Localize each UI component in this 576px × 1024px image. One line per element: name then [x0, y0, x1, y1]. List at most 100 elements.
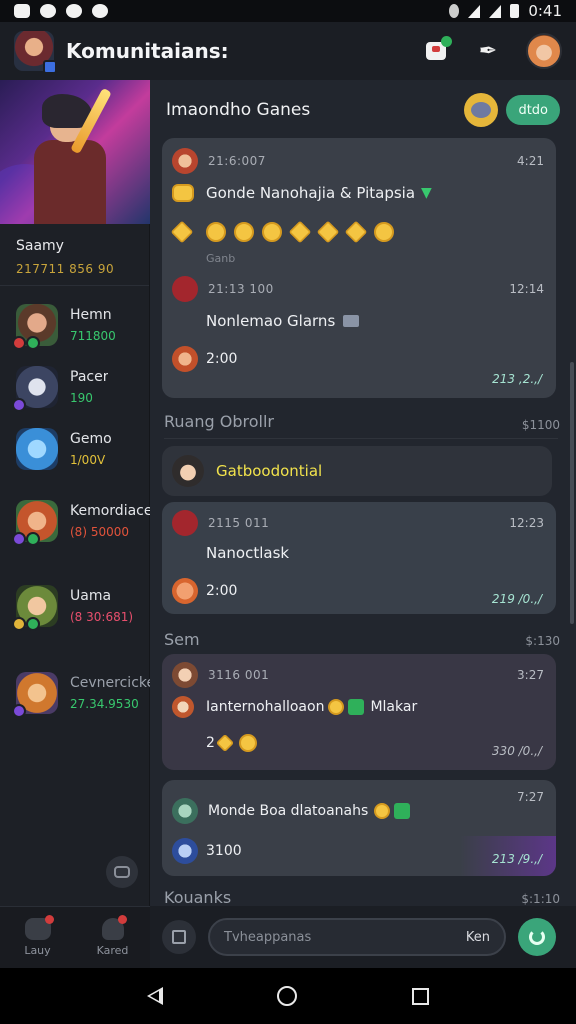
- laptop-icon: [343, 315, 360, 327]
- back-icon[interactable]: [147, 987, 164, 1005]
- friend-item[interactable]: Pacer 190: [12, 366, 150, 412]
- profile-name: Saamy: [16, 238, 64, 254]
- profile-banner[interactable]: [0, 80, 150, 224]
- message-title: Gonde Nanohajia & Pitapsia: [206, 184, 416, 202]
- compose-bar: Tvheappanas Ken: [150, 906, 576, 968]
- wifi-icon: [468, 4, 481, 18]
- reaction-row[interactable]: [170, 220, 394, 244]
- scrollbar[interactable]: [570, 362, 574, 624]
- home-icon[interactable]: [277, 986, 298, 1006]
- friend-name: Pacer: [70, 369, 109, 385]
- tab-lobby[interactable]: Lauy: [0, 907, 75, 968]
- friend-item[interactable]: Hemn 711800: [12, 304, 150, 350]
- section-header: Ruang Obrollr: [164, 412, 274, 431]
- message-text: Ianternohalloaon: [206, 699, 325, 715]
- send-icon: [529, 929, 545, 945]
- vibrate-icon: [449, 4, 460, 18]
- friend-item[interactable]: Uama (8 30:681): [12, 585, 150, 631]
- friend-avatar: [12, 672, 58, 718]
- message-time: 21:6:007: [208, 154, 266, 168]
- emoji-icon: [234, 222, 254, 242]
- emoji-icon: [374, 222, 394, 242]
- compose-post-button[interactable]: ✒: [474, 37, 502, 65]
- section-meta: $:1:10: [521, 892, 560, 906]
- reaction-count: 2: [206, 735, 215, 751]
- message-text: Monde Boa dlatoanahs: [208, 803, 369, 819]
- sender-avatar: [172, 510, 198, 536]
- friend-item[interactable]: Kemordiace (8) 50000: [12, 500, 150, 546]
- flag-icon: [394, 803, 411, 819]
- friend-value: 190: [70, 391, 93, 405]
- sender-avatar: [172, 838, 198, 864]
- send-button[interactable]: [518, 918, 556, 956]
- message-meta: 12:14: [509, 282, 544, 296]
- camera-icon: [40, 4, 56, 18]
- app-title: Komunitaians:: [66, 39, 229, 63]
- message-meta: 4:21: [517, 154, 544, 168]
- controller-icon: [471, 102, 492, 118]
- tab-friends[interactable]: Kared: [75, 907, 150, 968]
- flag-icon: [348, 699, 365, 715]
- sender-avatar: [172, 346, 198, 372]
- friend-value: (8) 50000: [70, 525, 129, 539]
- chat-icon: [114, 866, 130, 878]
- input-placeholder: Tvheappanas: [224, 929, 312, 945]
- message-card[interactable]: 7:27 Monde Boa dlatoanahs 3100 213 /9.,/: [162, 780, 556, 876]
- message-card[interactable]: 2115 011 12:23 Nanoctlask 2:00 219 /0.,/: [162, 502, 556, 614]
- message-stamp: 330 /0.,/: [491, 744, 542, 758]
- pill-button[interactable]: dtdo: [506, 95, 560, 125]
- friend-item[interactable]: Gemo 1/00V: [16, 428, 150, 470]
- friend-value: 711800: [70, 329, 116, 343]
- sender-avatar: [172, 148, 198, 174]
- tab-lobby-label: Lauy: [24, 944, 51, 957]
- chat-feed[interactable]: Imaondho Ganes dtdo 21:6:007 4:21 Gonde …: [150, 80, 576, 906]
- sender-avatar: [172, 798, 198, 824]
- gallery-icon: [14, 4, 30, 18]
- message-stamp: 219 /0.,/: [491, 592, 542, 606]
- chat-button[interactable]: [106, 856, 138, 888]
- user-avatar[interactable]: [526, 33, 562, 69]
- star-icon: [288, 220, 312, 244]
- message-meta: 12:23: [509, 516, 544, 530]
- friend-avatar: [12, 585, 58, 631]
- shield-icon: ▼: [421, 185, 432, 201]
- reaction-count: 3100: [206, 843, 242, 859]
- tab-friends-label: Kared: [96, 944, 129, 957]
- gift-button[interactable]: [162, 920, 196, 954]
- reaction-count: 2:00: [206, 583, 238, 599]
- message-text-tail: Mlakar: [370, 699, 418, 715]
- app-header: Komunitaians: ✒: [0, 22, 576, 80]
- input-suffix[interactable]: Ken: [466, 930, 490, 945]
- message-card[interactable]: 3116 001 3:27 Ianternohalloaon Mlakar 2 …: [162, 654, 556, 770]
- star-icon: [170, 220, 194, 244]
- game-badge[interactable]: [464, 93, 499, 127]
- section-header: Sem: [164, 630, 200, 649]
- message-time: 21:13 100: [208, 282, 274, 296]
- friend-name: Uama: [70, 588, 112, 604]
- badge-icon: [43, 60, 57, 74]
- friend-value: 27.34.9530: [70, 697, 139, 711]
- sender-avatar: [172, 662, 198, 688]
- message-input[interactable]: Tvheappanas Ken: [208, 918, 506, 956]
- friend-name: Cevnercicke: [70, 675, 150, 691]
- lobby-icon: [24, 915, 54, 940]
- profile-block[interactable]: Saamy 217711 856 90: [0, 224, 149, 286]
- message-text: Nanoctlask: [206, 544, 290, 562]
- sidebar-tabs: Lauy Kared: [0, 906, 150, 968]
- signal-icon: [489, 4, 502, 18]
- sidebar: Saamy 217711 856 90 Hemn 711800 Pacer 190 …: [0, 80, 150, 968]
- pinned-message[interactable]: Gatboodontial: [162, 446, 552, 496]
- recents-icon[interactable]: [411, 987, 429, 1005]
- sync-icon: [66, 4, 82, 18]
- message-stamp: 213 ,2.,/: [492, 372, 542, 386]
- message-card[interactable]: 21:6:007 4:21 Gonde Nanohajia & Pitapsia…: [162, 138, 556, 398]
- mushroom-icon: [172, 696, 194, 718]
- friend-name: Gemo: [70, 431, 112, 447]
- friend-item[interactable]: Cevnercicke 27.34.9530: [12, 672, 150, 718]
- emoji-icon: [328, 699, 345, 715]
- community-avatar[interactable]: [14, 31, 57, 74]
- message-caption: Ganb: [206, 252, 236, 265]
- notification-button[interactable]: [422, 36, 452, 65]
- friend-value: (8 30:681): [70, 610, 134, 624]
- reaction-count: 2:00: [206, 351, 238, 367]
